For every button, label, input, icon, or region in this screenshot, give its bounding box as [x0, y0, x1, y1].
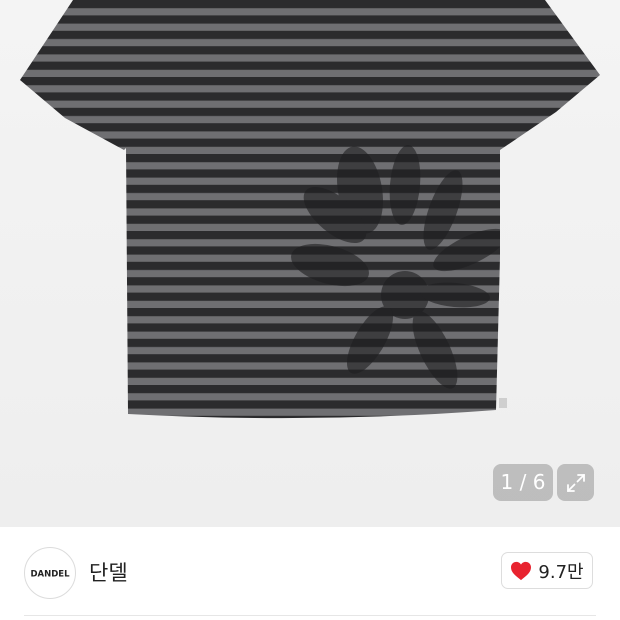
expand-button[interactable] [557, 464, 594, 501]
dandel-logo: DANDEL [30, 570, 70, 580]
expand-icon [566, 473, 585, 492]
image-counter: 1 / 6 [493, 464, 553, 501]
product-image-gallery[interactable]: 1 / 6 [0, 0, 620, 527]
divider [24, 615, 596, 616]
like-count: 9.7만 [538, 561, 584, 583]
brand-row: DANDEL 단델 9.7만 [0, 527, 620, 617]
product-image[interactable] [0, 0, 620, 527]
svg-text:DANDEL: DANDEL [30, 570, 70, 580]
heart-icon [511, 561, 532, 580]
brand-name[interactable]: 단델 [89, 557, 128, 587]
like-button[interactable]: 9.7만 [501, 552, 593, 589]
brand-logo[interactable]: DANDEL [24, 547, 76, 599]
